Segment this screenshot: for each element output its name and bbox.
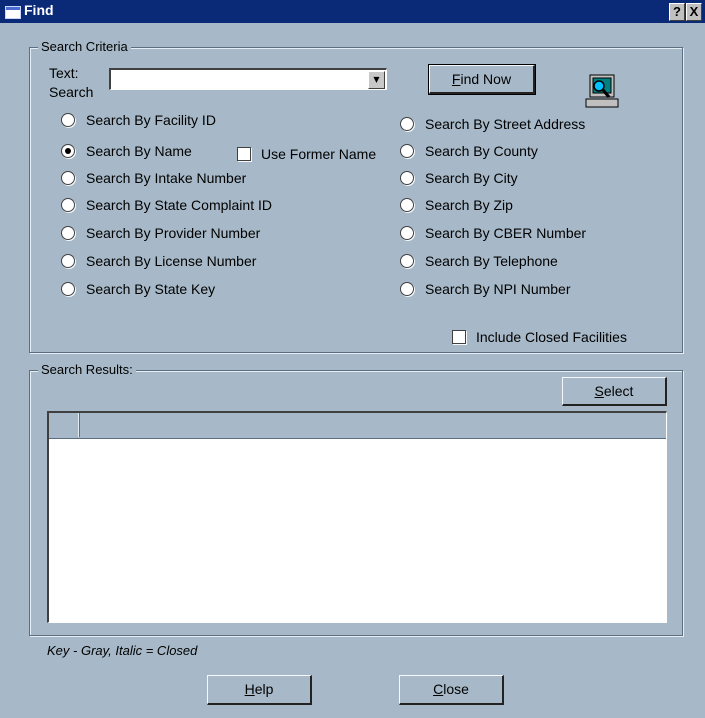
radio-button[interactable] <box>400 226 414 240</box>
find-now-label: Find Now <box>451 71 512 87</box>
closed-key-legend: Key - Gray, Italic = Closed <box>47 643 198 658</box>
select-button[interactable]: Select <box>562 377 667 406</box>
radio-label: Search By Street Address <box>425 116 586 132</box>
computer-search-icon <box>585 74 619 108</box>
radio-button[interactable] <box>61 226 75 240</box>
text-search-input[interactable] <box>111 70 372 89</box>
radio-label: Search By State Complaint ID <box>86 197 272 213</box>
radio-button[interactable] <box>61 282 75 296</box>
radio-label: Search By Name <box>86 143 192 159</box>
title-bar: Find ? X <box>0 0 705 23</box>
radio-button[interactable] <box>61 113 75 127</box>
radio-button[interactable] <box>400 198 414 212</box>
radio-label: Search By License Number <box>86 253 257 269</box>
radio-cber-number[interactable]: Search By CBER Number <box>400 224 586 242</box>
results-header-row <box>49 413 666 439</box>
radio-button[interactable] <box>400 171 414 185</box>
help-title-button[interactable]: ? <box>669 3 685 21</box>
help-label: Help <box>244 681 274 697</box>
select-label: Select <box>594 383 634 399</box>
radio-button[interactable] <box>400 254 414 268</box>
radio-button[interactable] <box>400 144 414 158</box>
radio-intake-number[interactable]: Search By Intake Number <box>61 169 246 187</box>
radio-facility-id[interactable]: Search By Facility ID <box>61 111 216 129</box>
radio-name[interactable]: Search By Name <box>61 142 192 160</box>
radio-label: Search By County <box>425 143 538 159</box>
checkbox-box[interactable] <box>452 330 466 344</box>
search-results-grid[interactable] <box>47 411 667 623</box>
radio-state-key[interactable]: Search By State Key <box>61 280 215 298</box>
radio-label: Search By CBER Number <box>425 225 587 241</box>
checkbox-label: Include Closed Facilities <box>476 329 627 345</box>
text-search-combo[interactable]: ▼ <box>109 68 387 90</box>
search-label: Search <box>49 84 94 100</box>
radio-county[interactable]: Search By County <box>400 142 538 160</box>
radio-city[interactable]: Search By City <box>400 169 518 187</box>
find-now-button[interactable]: Find Now <box>428 64 536 95</box>
text-label: Text: <box>49 65 79 81</box>
radio-state-complaint-id[interactable]: Search By State Complaint ID <box>61 196 272 214</box>
radio-button[interactable] <box>61 198 75 212</box>
close-title-button[interactable]: X <box>686 3 702 21</box>
radio-label: Search By Provider Number <box>86 225 261 241</box>
close-button[interactable]: Close <box>399 675 504 705</box>
search-criteria-legend: Search Criteria <box>38 39 131 54</box>
radio-telephone[interactable]: Search By Telephone <box>400 252 558 270</box>
radio-label: Search By City <box>425 170 518 186</box>
window-icon <box>5 6 21 19</box>
radio-label: Search By State Key <box>86 281 216 297</box>
radio-button[interactable] <box>400 117 414 131</box>
checkbox-label: Use Former Name <box>261 146 377 162</box>
radio-label: Search By Intake Number <box>86 170 247 186</box>
search-results-legend: Search Results: <box>38 362 136 377</box>
radio-label: Search By Facility ID <box>86 112 216 128</box>
radio-button[interactable] <box>400 282 414 296</box>
radio-provider-number[interactable]: Search By Provider Number <box>61 224 260 242</box>
close-label: Close <box>433 681 469 697</box>
radio-npi-number[interactable]: Search By NPI Number <box>400 280 571 298</box>
checkbox-box[interactable] <box>237 147 251 161</box>
radio-license-number[interactable]: Search By License Number <box>61 252 256 270</box>
radio-street-address[interactable]: Search By Street Address <box>400 115 585 133</box>
radio-button[interactable] <box>61 144 75 158</box>
radio-zip[interactable]: Search By Zip <box>400 196 513 214</box>
help-button[interactable]: Help <box>207 675 312 705</box>
chevron-down-icon[interactable]: ▼ <box>368 71 385 89</box>
radio-button[interactable] <box>61 254 75 268</box>
radio-button[interactable] <box>61 171 75 185</box>
radio-label: Search By NPI Number <box>425 281 571 297</box>
radio-label: Search By Zip <box>425 197 513 213</box>
use-former-name-checkbox[interactable]: Use Former Name <box>237 145 376 163</box>
radio-label: Search By Telephone <box>425 253 558 269</box>
include-closed-checkbox[interactable]: Include Closed Facilities <box>452 328 627 346</box>
window-title: Find <box>24 2 54 18</box>
row-selector-header[interactable] <box>49 413 79 437</box>
